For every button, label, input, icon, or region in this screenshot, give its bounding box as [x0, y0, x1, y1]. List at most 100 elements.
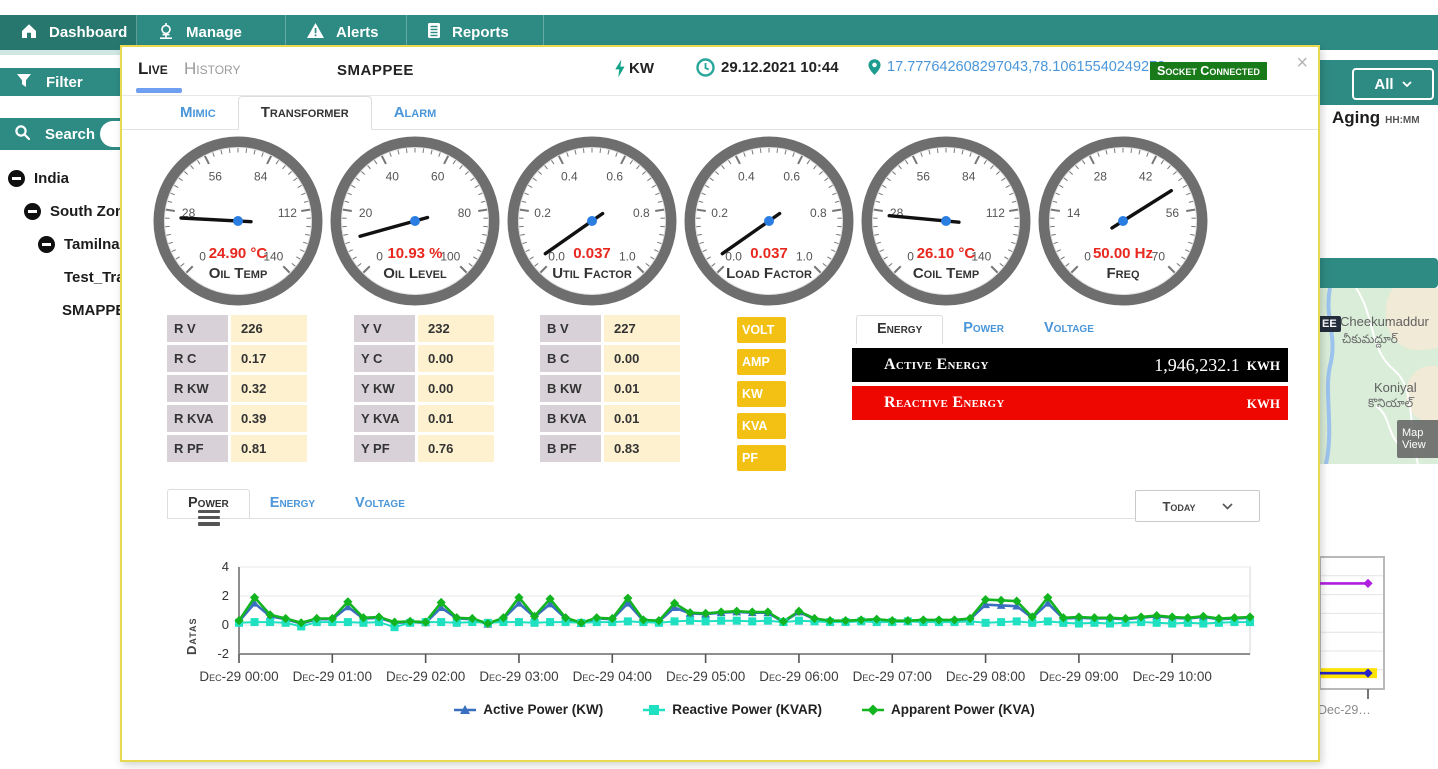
- tab-voltage[interactable]: Voltage: [1024, 315, 1114, 344]
- unit-indicator: KW: [612, 59, 654, 78]
- table-row: R PF0.81: [167, 435, 307, 462]
- active-tab-underline: [136, 88, 182, 93]
- gauge-tick-label: 1.0: [796, 249, 813, 263]
- table-row: R V226: [167, 315, 307, 342]
- tab-mimic[interactable]: Mimic: [158, 97, 238, 129]
- tab-alarm[interactable]: Alarm: [372, 97, 459, 129]
- map-marker-label[interactable]: EE: [1318, 316, 1341, 332]
- gauge-label: Load Factor: [726, 265, 812, 282]
- nav-item-dashboard[interactable]: Dashboard: [0, 15, 137, 50]
- location-pin-icon: [866, 58, 883, 76]
- gauge-tick-label: 0.8: [633, 206, 650, 220]
- x-tick-label: Dec-29 10:00: [1133, 669, 1212, 684]
- data-point: [344, 618, 352, 626]
- param-label: R C: [167, 345, 228, 372]
- param-value: 0.00: [418, 375, 494, 402]
- table-row: Y PF0.76: [354, 435, 494, 462]
- legend-item[interactable]: Apparent Power (KVA): [862, 702, 1035, 717]
- tab-chart-voltage[interactable]: Voltage: [335, 490, 425, 518]
- energy-row-label: Active Energy: [884, 356, 989, 374]
- gauge-util-factor: 0.00.20.40.60.81.00.037Util Factor: [504, 133, 680, 309]
- gauge-tick-label: 0: [907, 249, 914, 263]
- all-filter-dropdown[interactable]: All: [1352, 68, 1434, 100]
- data-point: [717, 617, 725, 625]
- table-row: R C0.17: [167, 345, 307, 372]
- chart-tabs: Power Energy Voltage: [167, 487, 1258, 519]
- table-row: R KVA0.39: [167, 405, 307, 432]
- param-label: B PF: [540, 435, 601, 462]
- map-place-name: Koniyal: [1374, 380, 1417, 395]
- data-point: [671, 617, 679, 625]
- legend-item[interactable]: Reactive Power (KVAR): [643, 702, 822, 717]
- gauge-tick-label: 0.4: [561, 169, 578, 183]
- energy-row: Reactive EnergyKWH: [852, 386, 1288, 420]
- param-label: B C: [540, 345, 601, 372]
- chart-menu-icon[interactable]: [198, 510, 220, 529]
- param-label: B V: [540, 315, 601, 342]
- param-label: Y PF: [354, 435, 415, 462]
- gauge-tick-label: 84: [254, 169, 268, 183]
- background-mini-chart: Dec-29…: [1316, 553, 1438, 728]
- nav-label: Reports: [452, 24, 509, 41]
- collapse-icon[interactable]: [8, 170, 25, 187]
- collapse-icon[interactable]: [38, 236, 55, 253]
- energy-row-unit: KWH: [1247, 396, 1280, 412]
- quantity-label-volt: VOLT: [737, 317, 786, 343]
- gauge-tick-label: 0.4: [738, 169, 755, 183]
- param-value: 0.01: [604, 375, 680, 402]
- gauge-tick-label: 28: [1094, 169, 1108, 183]
- home-icon: [20, 22, 38, 43]
- filter-icon: [16, 73, 32, 92]
- map-place-name-local: చీకుమద్దూర్: [1342, 332, 1398, 349]
- date-range-dropdown[interactable]: Today: [1135, 490, 1260, 522]
- param-value: 0.32: [231, 375, 307, 402]
- param-value: 0.39: [231, 405, 307, 432]
- device-detail-modal: × Live History SMAPPEE KW 29.12.2021 10:…: [120, 45, 1320, 762]
- gauge-tick-label: 0.6: [783, 169, 800, 183]
- tab-history[interactable]: History: [184, 59, 241, 79]
- map-view-button[interactable]: MapView: [1397, 420, 1438, 458]
- coordinates-link[interactable]: 17.777642608297043,78.10615540249273: [866, 58, 1165, 76]
- param-label: R PF: [167, 435, 228, 462]
- tab-energy[interactable]: Energy: [856, 315, 943, 344]
- tab-power[interactable]: Power: [943, 315, 1024, 344]
- gauge-label: Util Factor: [552, 265, 632, 282]
- param-value: 0.01: [604, 405, 680, 432]
- gauge-tick-label: 60: [431, 169, 445, 183]
- param-value: 0.00: [604, 345, 680, 372]
- tab-live[interactable]: Live: [138, 59, 168, 79]
- legend-item[interactable]: Active Power (KW): [454, 702, 603, 717]
- detail-tabs: Mimic Transformer Alarm: [122, 97, 1318, 130]
- gauge-label: Oil Level: [383, 265, 447, 282]
- quantity-label-pf: PF: [737, 445, 786, 471]
- tab-chart-energy[interactable]: Energy: [250, 490, 335, 518]
- data-point: [702, 617, 710, 625]
- nav-label: Dashboard: [49, 24, 127, 41]
- gauge-tick-label: 112: [278, 206, 297, 220]
- collapse-icon[interactable]: [24, 203, 41, 220]
- data-point: [982, 619, 990, 627]
- x-tick-label: Dec-29 04:00: [573, 669, 652, 684]
- socket-status-badge: Socket Connected: [1150, 62, 1267, 80]
- reports-icon: [427, 22, 441, 43]
- tab-transformer[interactable]: Transformer: [238, 96, 372, 130]
- param-label: Y KW: [354, 375, 415, 402]
- table-row: B V227: [540, 315, 680, 342]
- param-value: 0.76: [418, 435, 494, 462]
- close-icon[interactable]: ×: [1296, 53, 1308, 73]
- x-tick-label: Dec-29 03:00: [479, 669, 558, 684]
- gauge-value: 26.10 °C: [917, 245, 976, 262]
- param-label: R KW: [167, 375, 228, 402]
- gauge-tick-label: 56: [1166, 206, 1180, 220]
- power-chart: -2024Dec-29 00:00Dec-29 01:00Dec-29 02:0…: [162, 547, 1278, 757]
- location-map[interactable]: EE Cheekumaddur చీకుమద్దూర్ Koniyal కొని…: [1316, 288, 1438, 464]
- param-value: 0.00: [418, 345, 494, 372]
- data-point: [515, 618, 523, 626]
- x-tick-label: Dec-29 00:00: [199, 669, 278, 684]
- search-icon: [14, 124, 31, 145]
- x-tick-label: Dec-29 06:00: [759, 669, 838, 684]
- gauge-row: 028568411214024.90 °COil Temp02040608010…: [150, 133, 1211, 309]
- param-value: 0.81: [231, 435, 307, 462]
- gauge-value: 0.037: [750, 245, 788, 262]
- lightning-icon: [612, 59, 625, 78]
